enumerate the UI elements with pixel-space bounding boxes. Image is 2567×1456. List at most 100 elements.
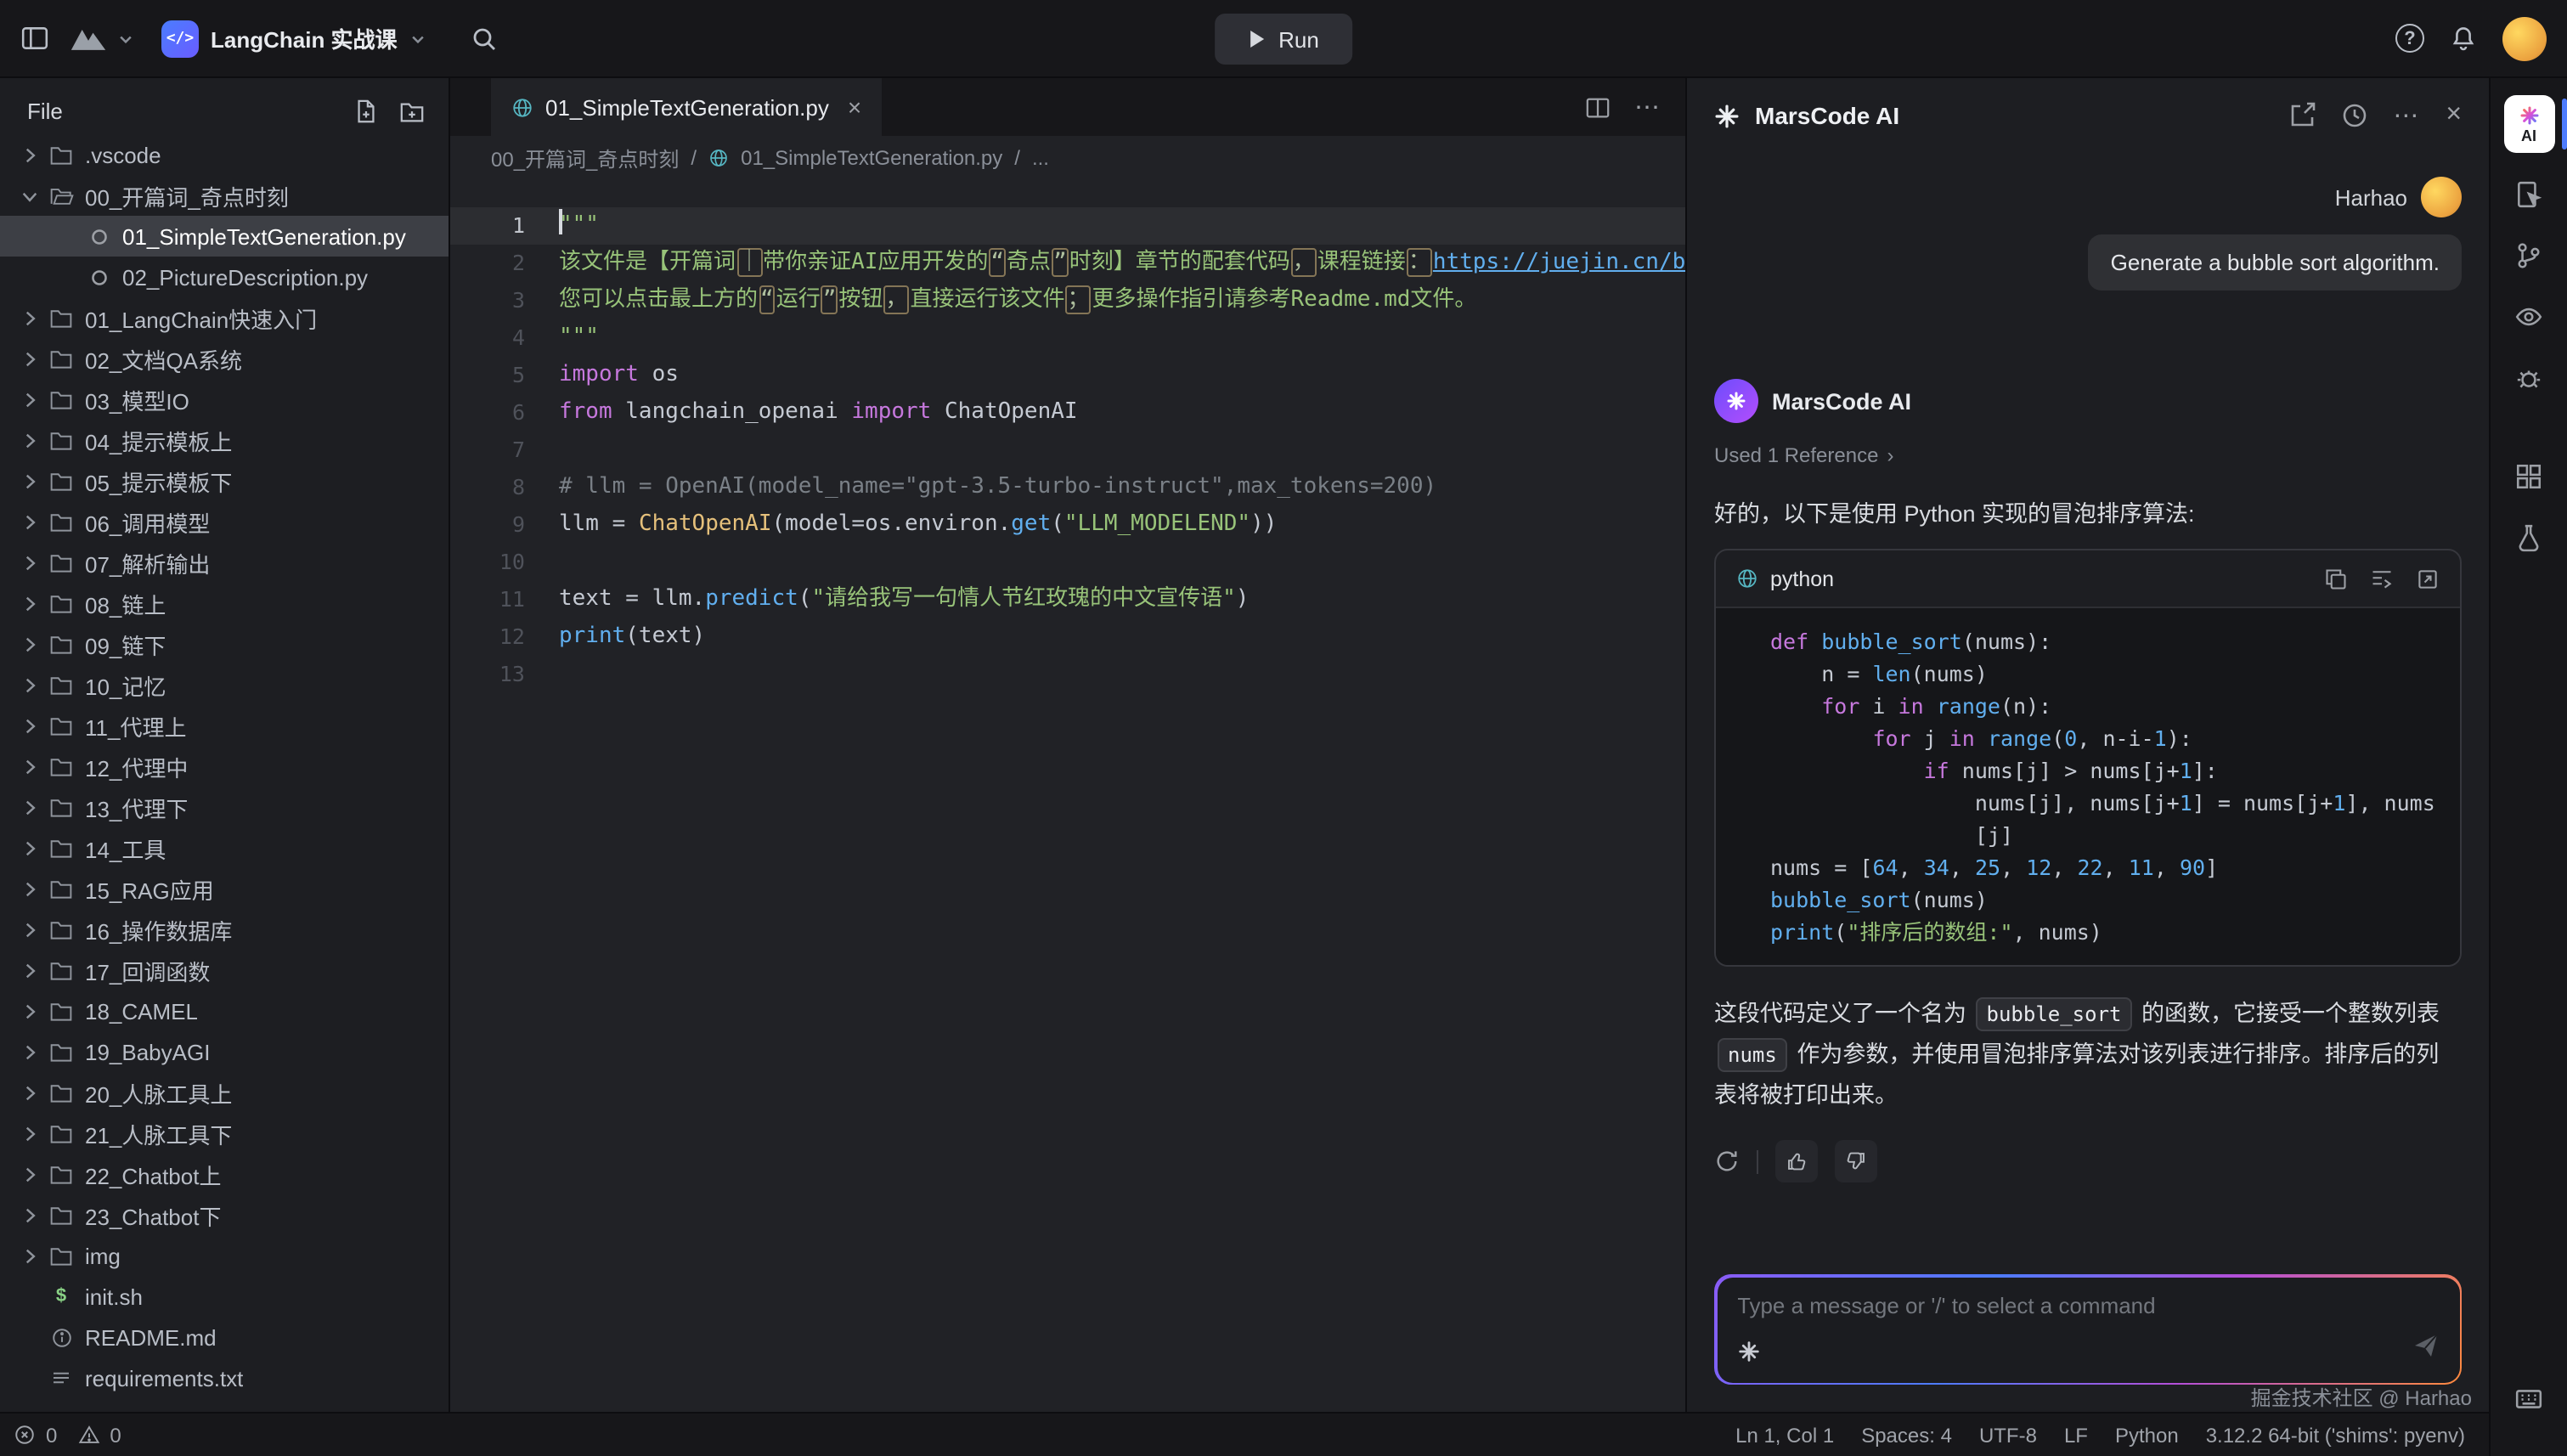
line-number: 7: [450, 432, 525, 469]
chevron-right-icon: [14, 1000, 44, 1022]
tree-item-folder[interactable]: 01_LangChain快速入门: [0, 297, 449, 338]
breadcrumb-folder[interactable]: 00_开篇词_奇点时刻: [491, 144, 679, 172]
code-line: if nums[j] > nums[j+1]:: [1736, 754, 2440, 787]
tree-item-file[interactable]: requirements.txt: [0, 1357, 449, 1398]
folder-icon: [44, 674, 78, 696]
keyboard-panel-icon[interactable]: [2514, 1385, 2543, 1414]
tree-item-folder[interactable]: 20_人脉工具上: [0, 1072, 449, 1113]
send-icon[interactable]: [2412, 1331, 2439, 1363]
chat-messages: Harhao Generate a bubble sort algorithm.…: [1687, 177, 2489, 1182]
more-options-icon[interactable]: ⋯: [2393, 100, 2420, 131]
tree-item-folder[interactable]: 10_记忆: [0, 664, 449, 705]
tree-item-folder[interactable]: img: [0, 1235, 449, 1276]
split-editor-icon[interactable]: [1585, 94, 1611, 120]
code-line: bubble_sort(nums): [1736, 883, 2440, 916]
tree-item-folder[interactable]: 03_模型IO: [0, 379, 449, 420]
sidebar-toggle-icon[interactable]: [20, 24, 49, 53]
file-preview-icon[interactable]: [2514, 180, 2543, 209]
play-icon: [1248, 29, 1265, 49]
thumbs-down-icon[interactable]: [1835, 1140, 1877, 1182]
thumbs-up-icon[interactable]: [1775, 1140, 1818, 1182]
help-icon[interactable]: ?: [2395, 24, 2424, 53]
tree-item-folder[interactable]: 19_BabyAGI: [0, 1031, 449, 1072]
tree-item-folder[interactable]: 12_代理中: [0, 746, 449, 787]
reference-link[interactable]: Used 1 Reference ›: [1714, 443, 2462, 467]
warning-count[interactable]: 0: [110, 1423, 121, 1447]
error-count[interactable]: 0: [46, 1423, 57, 1447]
error-icon[interactable]: [14, 1424, 36, 1446]
encoding[interactable]: UTF-8: [1979, 1423, 2037, 1447]
tree-item-folder[interactable]: 17_回调函数: [0, 950, 449, 990]
tree-item-folder[interactable]: 05_提示模板下: [0, 460, 449, 501]
code-editor[interactable]: 1"""2该文件是【开篇词｜带你亲证AI应用开发的“奇点”时刻】章节的配套代码，…: [450, 180, 1685, 693]
tree-item-folder[interactable]: 15_RAG应用: [0, 868, 449, 909]
app-logo[interactable]: [70, 25, 107, 52]
chat-input[interactable]: [1737, 1292, 2383, 1318]
insert-code-icon[interactable]: [2370, 567, 2394, 590]
tree-item-folder[interactable]: .vscode: [0, 134, 449, 175]
folder-icon: [44, 388, 78, 410]
notifications-icon[interactable]: [2450, 24, 2477, 53]
folder-icon: [44, 633, 78, 655]
tree-item-folder[interactable]: 11_代理上: [0, 705, 449, 746]
warning-icon[interactable]: [77, 1424, 99, 1446]
project-switcher[interactable]: </> LangChain 实战课: [161, 20, 426, 57]
tree-item-folder[interactable]: 22_Chatbot上: [0, 1154, 449, 1194]
code-link[interactable]: https://juejin.cn/b: [1433, 250, 1685, 275]
extensions-icon[interactable]: [2514, 462, 2543, 491]
new-folder-icon[interactable]: [399, 99, 425, 124]
marscode-ai-tool-button[interactable]: AI: [2491, 95, 2567, 153]
markdown-file-icon: [44, 1326, 78, 1348]
search-icon[interactable]: [471, 25, 498, 52]
regenerate-icon[interactable]: [1714, 1148, 1740, 1174]
tree-item-folder[interactable]: 18_CAMEL: [0, 990, 449, 1031]
editor-tab[interactable]: 01_SimpleTextGeneration.py ×: [491, 78, 882, 136]
tree-item-folder[interactable]: 02_文档QA系统: [0, 338, 449, 379]
tree-item-folder[interactable]: 21_人脉工具下: [0, 1113, 449, 1154]
folder-icon: [44, 144, 78, 166]
tree-item-file[interactable]: $init.sh: [0, 1276, 449, 1317]
tree-item-folder[interactable]: 00_开篇词_奇点时刻: [0, 175, 449, 216]
tree-item-folder[interactable]: 04_提示模板上: [0, 420, 449, 460]
breadcrumb-more[interactable]: ...: [1032, 146, 1049, 170]
tree-item-label: init.sh: [85, 1284, 143, 1309]
cursor-position[interactable]: Ln 1, Col 1: [1735, 1423, 1834, 1447]
eye-icon[interactable]: [2514, 302, 2543, 331]
line-number: 9: [450, 506, 525, 544]
tree-item-file[interactable]: README.md: [0, 1317, 449, 1357]
lab-icon[interactable]: [2514, 523, 2543, 552]
new-file-icon[interactable]: [353, 99, 379, 124]
python-interpreter[interactable]: 3.12.2 64-bit ('shims': pyenv): [2206, 1423, 2465, 1447]
eol[interactable]: LF: [2064, 1423, 2088, 1447]
breadcrumb-file[interactable]: 01_SimpleTextGeneration.py: [741, 146, 1002, 170]
user-message: Generate a bubble sort algorithm.: [2089, 234, 2462, 291]
apply-to-file-icon[interactable]: [2416, 567, 2440, 590]
chevron-down-icon: [409, 30, 426, 47]
user-avatar[interactable]: [2502, 16, 2547, 60]
tree-item-folder[interactable]: 09_链下: [0, 624, 449, 664]
indentation[interactable]: Spaces: 4: [1861, 1423, 1952, 1447]
tree-item-folder[interactable]: 08_链上: [0, 583, 449, 624]
chevron-right-icon: [14, 551, 44, 573]
tree-item-file[interactable]: 01_SimpleTextGeneration.py: [0, 216, 449, 257]
tree-item-folder[interactable]: 23_Chatbot下: [0, 1194, 449, 1235]
source-control-icon[interactable]: [2514, 241, 2543, 270]
project-icon: </>: [161, 20, 199, 57]
tree-item-folder[interactable]: 07_解析输出: [0, 542, 449, 583]
copy-icon[interactable]: [2324, 567, 2348, 590]
close-panel-icon[interactable]: ×: [2446, 100, 2462, 131]
tree-item-file[interactable]: 02_PictureDescription.py: [0, 257, 449, 297]
language-mode[interactable]: Python: [2115, 1423, 2179, 1447]
workspace-chevron-icon[interactable]: [117, 30, 134, 47]
history-icon[interactable]: [2340, 102, 2367, 129]
code-block-header: python: [1716, 550, 2460, 608]
tree-item-folder[interactable]: 13_代理下: [0, 787, 449, 827]
tree-item-folder[interactable]: 06_调用模型: [0, 501, 449, 542]
more-actions-icon[interactable]: ⋯: [1634, 92, 1661, 122]
tab-close-icon[interactable]: ×: [848, 93, 861, 121]
new-chat-icon[interactable]: [2288, 102, 2315, 129]
tree-item-folder[interactable]: 16_操作数据库: [0, 909, 449, 950]
tree-item-folder[interactable]: 14_工具: [0, 827, 449, 868]
run-button[interactable]: Run: [1214, 14, 1353, 65]
debug-icon[interactable]: [2514, 364, 2543, 392]
